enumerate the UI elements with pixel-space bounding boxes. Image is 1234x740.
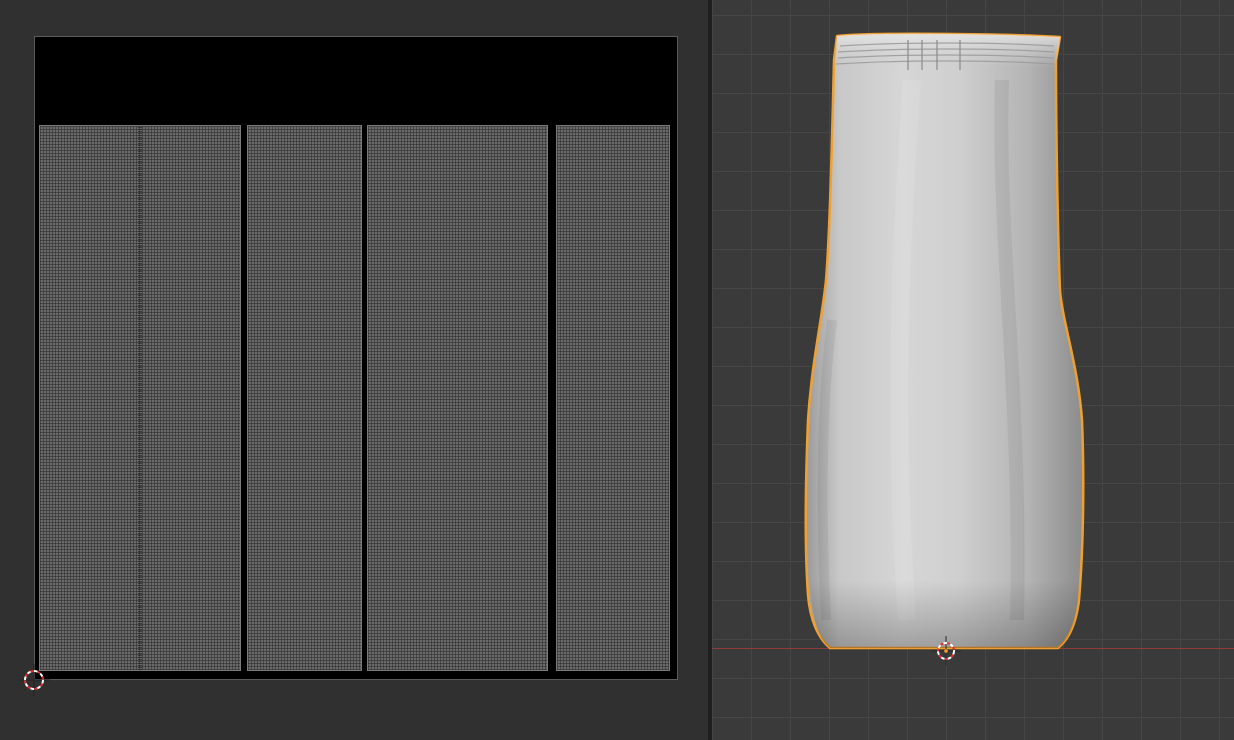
2d-cursor-icon[interactable] <box>18 664 50 696</box>
uv-island[interactable] <box>556 125 670 671</box>
uv-editor[interactable] <box>0 0 708 740</box>
uv-island[interactable] <box>247 125 362 671</box>
3d-cursor-icon[interactable] <box>931 636 961 666</box>
bag-mesh[interactable] <box>792 20 1092 670</box>
uv-island[interactable] <box>367 125 548 671</box>
3d-viewport[interactable] <box>712 0 1234 740</box>
uv-island[interactable] <box>39 125 241 671</box>
